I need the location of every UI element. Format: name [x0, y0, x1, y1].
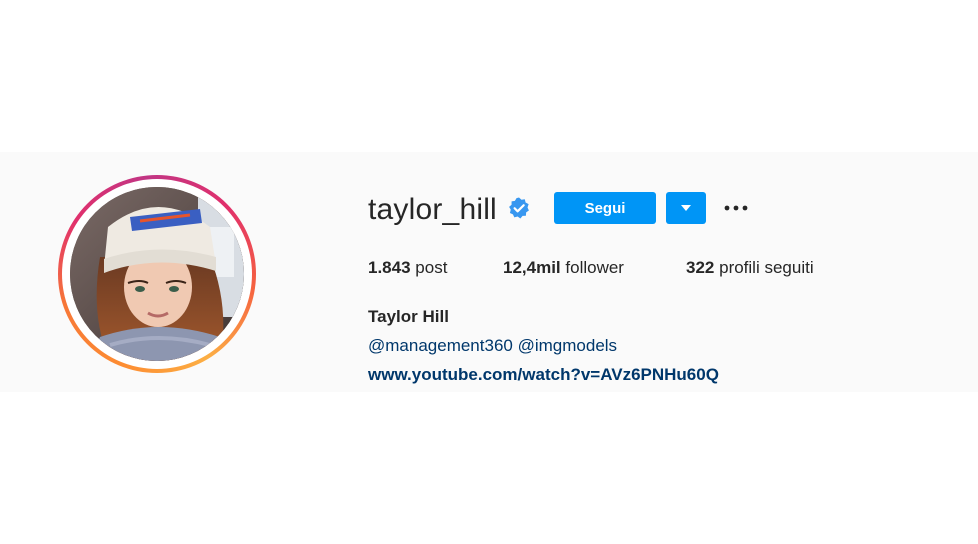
username: taylor_hill: [368, 193, 497, 226]
followers-count: 12,4mil: [503, 258, 561, 277]
posts-stat: 1.843 post: [368, 256, 447, 280]
ellipsis-icon: [724, 205, 748, 211]
full-name: Taylor Hill: [368, 307, 449, 326]
bio-mentions: @management360 @imgmodels: [368, 334, 617, 358]
mention-link[interactable]: @management360: [368, 336, 513, 355]
following-label: profili seguiti: [719, 258, 814, 277]
mention-link[interactable]: @imgmodels: [518, 336, 617, 355]
suggested-accounts-dropdown-button[interactable]: [666, 192, 706, 224]
story-ring[interactable]: [58, 175, 256, 373]
bio-link[interactable]: www.youtube.com/watch?v=AVz6PNHu60Q: [368, 363, 719, 387]
follow-button[interactable]: Segui: [554, 192, 656, 224]
following-count: 322: [686, 258, 715, 277]
avatar[interactable]: [70, 187, 244, 361]
followers-stat[interactable]: 12,4mil follower: [503, 256, 624, 280]
more-options-button[interactable]: [722, 196, 750, 220]
triangle-down-icon: [681, 205, 691, 211]
followers-label: follower: [565, 258, 624, 277]
following-stat[interactable]: 322 profili seguiti: [686, 256, 814, 280]
verified-badge-icon: [509, 197, 529, 219]
posts-count: 1.843: [368, 258, 411, 277]
avatar-photo: [70, 187, 244, 361]
posts-label: post: [415, 258, 448, 277]
